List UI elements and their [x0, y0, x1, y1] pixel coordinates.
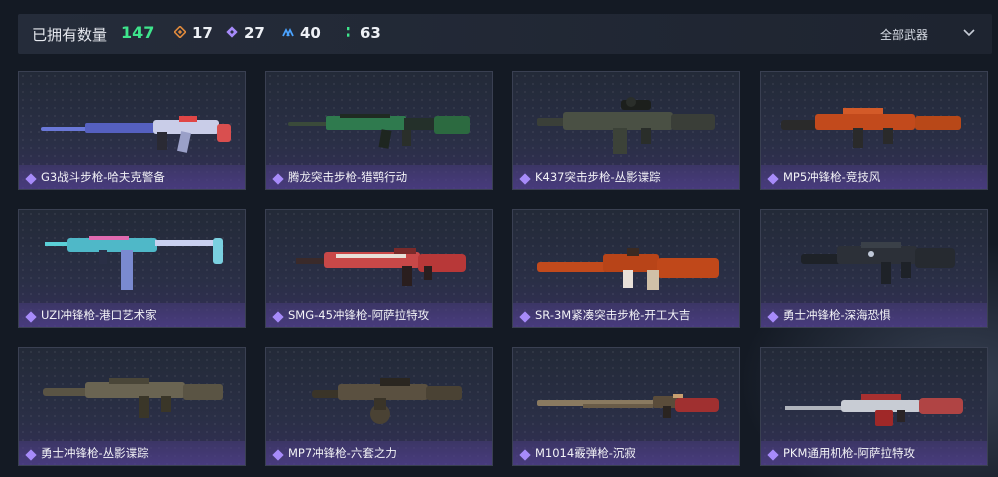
weapon-image	[537, 394, 719, 418]
weapon-image	[43, 378, 223, 418]
weapon-image	[296, 248, 466, 286]
blue-chevrons-icon	[282, 26, 294, 41]
weapon-name: MP5冲锋枪-竞技风	[783, 170, 881, 184]
weapon-name: 勇士冲锋枪-丛影谍踪	[41, 446, 149, 460]
weapon-image	[41, 116, 231, 153]
weapon-name: PKM通用机枪-阿萨拉特攻	[783, 446, 916, 460]
weapon-name: SMG-45冲锋枪-阿萨拉特攻	[288, 308, 430, 322]
weapon-card[interactable]: MP7冲锋枪-六套之力	[265, 347, 493, 466]
purple-diamond-icon	[226, 25, 238, 41]
weapon-name: K437突击步枪-丛影谍踪	[535, 170, 661, 184]
weapon-name: G3战斗步枪-哈夫克警备	[41, 170, 165, 184]
weapon-name: 腾龙突击步枪-猎鹗行动	[288, 170, 408, 184]
weapon-image	[785, 394, 963, 426]
weapon-filter-dropdown[interactable]: 全部武器	[880, 26, 928, 43]
weapon-card[interactable]: K437突击步枪-丛影谍踪	[512, 71, 740, 190]
weapon-name: MP7冲锋枪-六套之力	[288, 446, 397, 460]
weapon-name: UZI冲锋枪-港口艺术家	[41, 308, 157, 322]
owned-count-value: 147	[121, 23, 155, 42]
weapon-image	[288, 114, 470, 149]
weapon-name: M1014霰弹枪-沉寂	[535, 446, 636, 460]
weapon-name: SR-3M紧凑突击步枪-开工大吉	[535, 308, 691, 322]
rarity-blue-count: 40	[282, 24, 321, 42]
weapon-card[interactable]: G3战斗步枪-哈夫克警备	[18, 71, 246, 190]
weapon-image	[312, 378, 462, 424]
weapon-name: 勇士冲锋枪-深海恐惧	[783, 308, 891, 322]
green-dots-icon	[342, 26, 354, 41]
weapon-image	[801, 242, 955, 284]
weapon-image	[537, 248, 719, 290]
weapon-card[interactable]: MP5冲锋枪-竞技风	[760, 71, 988, 190]
owned-count-label: 已拥有数量	[32, 26, 108, 44]
chevron-down-icon[interactable]	[962, 24, 976, 38]
weapon-card[interactable]: 勇士冲锋枪-深海恐惧	[760, 209, 988, 328]
weapon-image	[781, 108, 961, 148]
weapon-card[interactable]: UZI冲锋枪-港口艺术家	[18, 209, 246, 328]
rarity-green-count: 63	[342, 24, 381, 42]
orange-diamond-icon	[173, 24, 187, 41]
weapon-image	[45, 236, 223, 290]
weapon-image	[537, 97, 715, 154]
weapon-card[interactable]: SR-3M紧凑突击步枪-开工大吉	[512, 209, 740, 328]
weapon-card[interactable]: M1014霰弹枪-沉寂	[512, 347, 740, 466]
weapon-card[interactable]: SMG-45冲锋枪-阿萨拉特攻	[265, 209, 493, 328]
rarity-orange-count: 17	[173, 24, 213, 42]
weapon-card[interactable]: PKM通用机枪-阿萨拉特攻	[760, 347, 988, 466]
inventory-header: 已拥有数量 147 17 27 40 63 全部武器	[18, 14, 992, 54]
weapon-card[interactable]: 勇士冲锋枪-丛影谍踪	[18, 347, 246, 466]
weapon-card[interactable]: 腾龙突击步枪-猎鹗行动	[265, 71, 493, 190]
rarity-purple-count: 27	[226, 24, 265, 42]
